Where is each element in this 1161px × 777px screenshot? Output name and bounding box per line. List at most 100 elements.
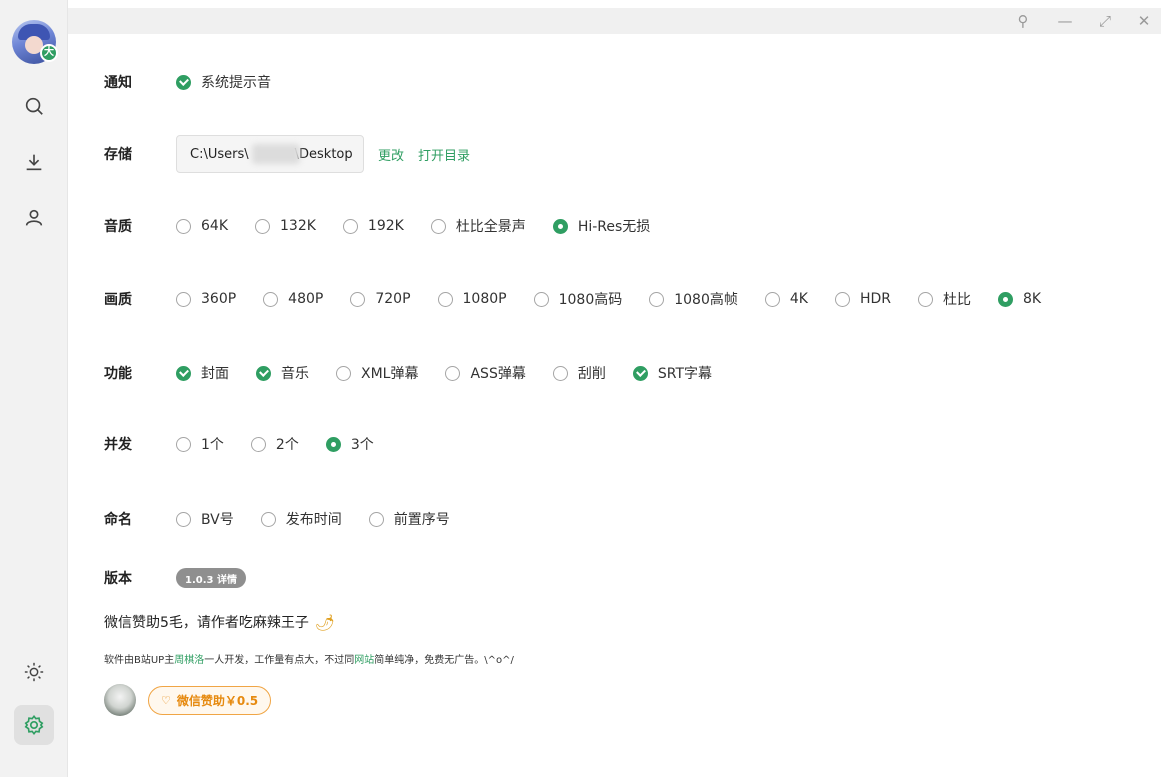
audio-option-192k[interactable]: 192K	[342, 218, 404, 234]
concurrency-option-2[interactable]: 2个	[250, 434, 299, 454]
path-blur	[252, 144, 300, 164]
video-quality-row: 画质 360P 480P 720P 1080P 1080高码 1080高帧 4K…	[104, 287, 1068, 311]
change-path-link[interactable]: 更改	[378, 145, 404, 164]
video-option-hdr[interactable]: HDR	[834, 291, 891, 307]
system-sound-checkbox[interactable]: 系统提示音	[176, 72, 271, 92]
video-option-480p[interactable]: 480P	[263, 291, 323, 307]
audio-option-64k[interactable]: 64K	[176, 218, 228, 234]
version-badge[interactable]: 1.0.3 详情	[176, 568, 246, 588]
video-option-1080p[interactable]: 1080P	[437, 291, 507, 307]
nav-user-button[interactable]	[14, 198, 54, 238]
nav-settings-button[interactable]	[14, 705, 54, 745]
radio-icon	[437, 291, 453, 307]
video-option-720p[interactable]: 720P	[350, 291, 411, 307]
pin-button[interactable]: ⚲	[1010, 8, 1036, 34]
video-option-dolby[interactable]: 杜比	[918, 289, 971, 309]
radio-icon	[176, 291, 191, 307]
naming-option-publish-time[interactable]: 发布时间	[260, 509, 342, 529]
concurrency-label: 并发	[104, 437, 132, 453]
naming-row: 命名 BV号 发布时间 前置序号	[104, 507, 477, 531]
nav-search-button[interactable]	[14, 86, 54, 126]
radio-selected-icon	[325, 436, 341, 452]
video-option-8k[interactable]: 8K	[998, 291, 1041, 307]
radio-icon	[176, 511, 191, 527]
sidebar: 大	[0, 0, 68, 777]
video-option-360p[interactable]: 360P	[176, 291, 236, 307]
search-icon	[25, 97, 43, 115]
notify-label: 通知	[104, 75, 132, 91]
open-directory-link[interactable]: 打开目录	[418, 145, 470, 164]
storage-path-field[interactable]: C:\Users\ \Desktop	[176, 135, 364, 173]
option-label: BV号	[201, 512, 234, 528]
audio-option-hires[interactable]: Hi-Res无损	[552, 216, 650, 236]
radio-icon	[533, 291, 549, 307]
option-label: 1080高码	[558, 292, 623, 308]
restore-icon: ⤢	[1098, 12, 1111, 30]
version-row: 版本 1.0.3 详情	[104, 566, 246, 590]
minimize-icon: —	[1057, 12, 1073, 30]
note-part-1: 软件由B站UP主	[104, 655, 175, 666]
radio-icon	[342, 218, 358, 234]
concurrency-option-1[interactable]: 1个	[176, 434, 224, 454]
close-button[interactable]: ✕	[1131, 8, 1157, 34]
option-label: 杜比全景声	[455, 219, 526, 235]
feature-cover-checkbox[interactable]: 封面	[176, 363, 229, 383]
theme-sun-icon	[24, 662, 44, 682]
unchecked-icon	[336, 365, 351, 381]
naming-option-prefix-index[interactable]: 前置序号	[368, 509, 450, 529]
donate-title-text: 微信赞助5毛，请作者吃麻辣王子	[104, 615, 309, 631]
option-label: 1080高帧	[674, 292, 738, 308]
author-note: 软件由B站UP主周棋洛一人开发，工作量有点大，不过同网站简单纯净，免费无广告。\…	[104, 651, 514, 666]
theme-toggle-button[interactable]	[14, 652, 54, 692]
feature-ass-danmaku-checkbox[interactable]: ASS弹幕	[445, 363, 526, 383]
option-label: 1080P	[462, 291, 507, 307]
option-label: 720P	[375, 291, 411, 307]
feature-srt-subtitle-checkbox[interactable]: SRT字幕	[632, 363, 712, 383]
audio-option-dolby-atmos[interactable]: 杜比全景声	[430, 216, 526, 236]
check-icon	[632, 365, 648, 381]
path-prefix: C:\Users\	[190, 146, 249, 162]
author-link[interactable]: 周棋洛	[174, 655, 204, 666]
site-link[interactable]: 网站	[354, 655, 374, 666]
option-label: 前置序号	[393, 512, 450, 528]
feature-xml-danmaku-checkbox[interactable]: XML弹幕	[336, 363, 418, 383]
video-quality-label: 画质	[104, 292, 132, 308]
feature-music-checkbox[interactable]: 音乐	[256, 363, 309, 383]
settings-icon	[24, 714, 44, 736]
option-label: 360P	[201, 291, 237, 307]
title-bar: ⚲ — ⤢ ✕	[68, 8, 1161, 34]
radio-icon	[430, 218, 446, 234]
radio-icon	[649, 291, 665, 307]
video-option-1080-high-bitrate[interactable]: 1080高码	[533, 289, 623, 309]
audio-quality-label: 音质	[104, 219, 132, 235]
notify-row: 通知 系统提示音	[104, 70, 298, 94]
radio-icon	[350, 291, 366, 307]
video-option-4k[interactable]: 4K	[764, 291, 808, 307]
download-icon	[26, 154, 42, 171]
donate-button-label: 微信赞助￥0.5	[176, 694, 259, 708]
radio-icon	[176, 436, 191, 452]
radio-icon	[918, 291, 934, 307]
note-part-3: 简单纯净，免费无广告。\^o^/	[374, 655, 514, 666]
radio-icon	[176, 218, 191, 234]
option-label: 封面	[201, 366, 229, 382]
audio-option-132k[interactable]: 132K	[255, 218, 316, 234]
wechat-donate-button[interactable]: ♡ 微信赞助￥0.5	[148, 686, 272, 715]
close-icon: ✕	[1137, 12, 1151, 30]
radio-icon	[764, 291, 780, 307]
feature-scrape-checkbox[interactable]: 刮削	[552, 363, 606, 383]
author-avatar[interactable]	[104, 684, 136, 716]
concurrency-option-3[interactable]: 3个	[325, 434, 374, 454]
user-avatar[interactable]: 大	[12, 20, 58, 64]
option-label: SRT字幕	[657, 366, 712, 382]
radio-icon	[255, 218, 270, 234]
restore-button[interactable]: ⤢	[1092, 8, 1118, 34]
option-label: 发布时间	[285, 512, 342, 528]
video-option-1080-high-fps[interactable]: 1080高帧	[649, 289, 738, 309]
minimize-button[interactable]: —	[1052, 8, 1078, 34]
gem-icon: ♡	[161, 694, 171, 707]
features-label: 功能	[104, 366, 132, 382]
nav-download-button[interactable]	[14, 142, 54, 182]
naming-label: 命名	[104, 512, 132, 528]
naming-option-bv[interactable]: BV号	[176, 509, 234, 529]
